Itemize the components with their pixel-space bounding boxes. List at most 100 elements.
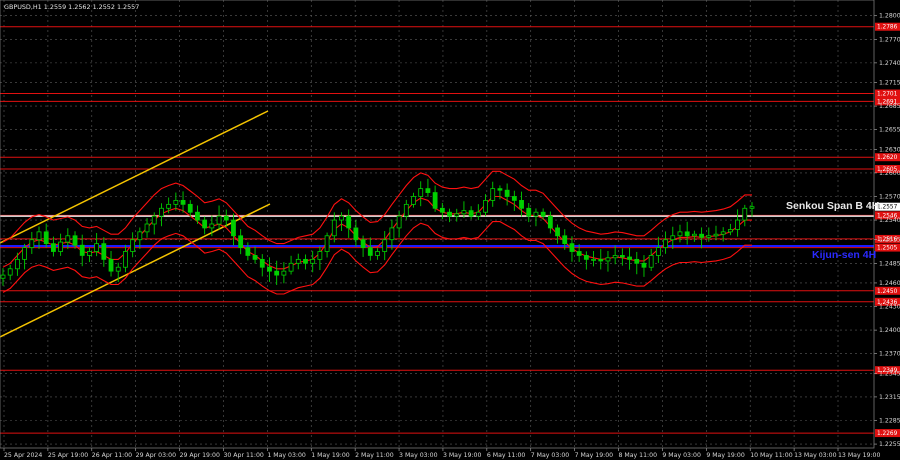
candle-body [259, 258, 265, 268]
candle-body [396, 215, 402, 229]
candle-body [43, 231, 49, 245]
candle-body [677, 231, 683, 237]
candle-body [519, 200, 524, 209]
candle-body [231, 219, 236, 237]
x-tick-label: 13 May 03:00 [794, 452, 836, 459]
candle-body [490, 188, 496, 201]
candle-body [187, 203, 193, 213]
candle-body [576, 251, 582, 256]
y-tick-label: 1.2430 [879, 304, 900, 311]
candle-body [274, 270, 280, 276]
candle-body [353, 227, 359, 241]
candle-body [195, 211, 200, 221]
candle-body [547, 215, 553, 229]
candle-body [483, 200, 488, 213]
x-tick-label: 3 May 19:00 [443, 452, 482, 459]
channel-lower-line [0, 203, 271, 338]
x-tick-label: 7 May 03:00 [531, 452, 570, 459]
candle-body [303, 258, 308, 264]
x-tick-label: 10 May 11:00 [750, 452, 792, 459]
candle-body [691, 233, 697, 237]
candle-body [137, 231, 143, 241]
candle-body [706, 235, 712, 238]
candle-body [713, 233, 719, 237]
candle-body [727, 229, 733, 233]
candle-body [497, 188, 503, 191]
y-tick-label: 1.2400 [879, 327, 900, 334]
candle-body [634, 258, 640, 264]
x-tick-label: 2 May 11:00 [355, 452, 394, 459]
candle-body [331, 219, 337, 237]
candle-body [94, 243, 100, 252]
candle-body [267, 266, 272, 272]
candle-body [699, 233, 704, 238]
symbol-header: GBPUSD,H1 1.2559 1.2562 1.2552 1.2557 [4, 3, 139, 11]
candle-body [655, 247, 661, 256]
bollinger-upper-line [2, 170, 752, 245]
y-tick-label: 1.2515 [879, 237, 900, 244]
candle-body [339, 215, 344, 221]
candle-body [108, 258, 114, 272]
price-level-label: 1.2450 [877, 289, 898, 295]
candle-body [360, 239, 366, 248]
candle-body [619, 255, 625, 258]
candle-body [202, 219, 208, 229]
price-level-label: 1.2701 [877, 92, 898, 98]
candle-body [367, 247, 373, 256]
candle-body [555, 227, 560, 237]
candle-body [598, 258, 604, 262]
candle-body [7, 268, 13, 276]
candle-body [583, 255, 589, 260]
x-tick-label: 13 May 19:00 [838, 452, 880, 459]
candle-body [670, 235, 676, 241]
candle-body [720, 231, 726, 235]
x-tick-label: 9 May 19:00 [706, 452, 745, 459]
y-tick-label: 1.2485 [879, 260, 900, 267]
y-tick-label: 1.2685 [879, 103, 900, 110]
candle-body [605, 257, 611, 262]
candle-body [447, 211, 452, 217]
candle-body [591, 258, 596, 261]
candle-body [238, 235, 244, 248]
price-level-label: 1.2786 [877, 25, 898, 31]
y-tick-label: 1.2460 [879, 280, 900, 287]
y-tick-label: 1.2770 [879, 36, 900, 43]
candle-body [461, 210, 467, 215]
candle-body [439, 207, 445, 213]
plot-border [0, 0, 875, 449]
candle-body [123, 251, 128, 268]
chart-area[interactable]: 1.2786 1.2701 1.2691 1.2620 1.2605 1.2546 1.25… [0, 0, 900, 460]
ichimoku-cloud [2, 170, 752, 295]
candle-body [115, 266, 121, 272]
x-tick-label: 29 Apr 03:00 [136, 452, 176, 459]
candle-body [166, 203, 172, 209]
candle-body [151, 215, 157, 225]
candle-body [58, 241, 64, 252]
trend-channel [0, 110, 271, 338]
x-tick-label: 1 May 19:00 [311, 452, 350, 459]
candle-body [432, 192, 438, 209]
candle-body [389, 227, 395, 241]
current-price-label: 1.2557 [877, 205, 898, 211]
candle-body [252, 255, 258, 260]
price-level-label: 1.2269 [877, 431, 898, 437]
candle-body [87, 251, 92, 256]
candle-body [180, 200, 186, 205]
y-tick-label: 1.2715 [879, 80, 900, 87]
x-tick-label: 8 May 11:00 [619, 452, 658, 459]
candle-body [324, 235, 330, 252]
candle-body [382, 239, 388, 252]
candle-body [173, 200, 179, 205]
candle-body [511, 196, 517, 201]
candle-body [504, 189, 510, 197]
channel-upper-line [0, 110, 269, 244]
y-tick-label: 1.2740 [879, 60, 900, 67]
x-tick-label: 1 May 03:00 [267, 452, 306, 459]
candle-body [475, 211, 481, 217]
candlestick-chart[interactable]: 1.27861.27011.26911.26201.26051.25461.25… [0, 0, 900, 460]
x-tick-label: 6 May 11:00 [487, 452, 526, 459]
candle-body [29, 239, 35, 248]
x-tick-label: 9 May 03:00 [662, 452, 701, 459]
price-level-label: 1.2620 [877, 155, 898, 161]
x-tick-label: 25 Apr 19:00 [48, 452, 88, 459]
